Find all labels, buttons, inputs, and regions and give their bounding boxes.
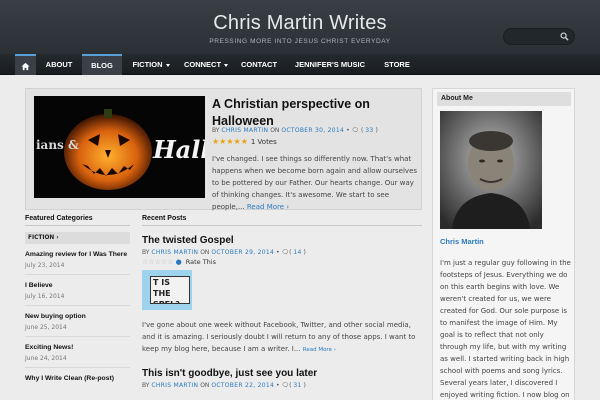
- on-label: ON: [270, 127, 280, 134]
- list-item[interactable]: Why I Write Clean (Re-post): [25, 374, 130, 384]
- comment-count[interactable]: 14: [293, 249, 301, 256]
- category-post-title[interactable]: New buying option: [25, 312, 130, 322]
- post-item: The twisted Gospel BY CHRIS MARTIN ON OC…: [142, 235, 422, 356]
- author-portrait-image: [440, 111, 542, 229]
- category-post-title[interactable]: I Believe: [25, 281, 130, 291]
- main-nav: ABOUT BLOG FICTION CONNECT CONTACT JENNI…: [0, 54, 600, 75]
- nav-blog[interactable]: BLOG: [82, 54, 122, 75]
- featured-categories-heading: Featured Categories: [25, 215, 130, 226]
- rating-stars[interactable]: ★★★★★ 1 Votes: [212, 137, 277, 146]
- comment-count[interactable]: 31: [293, 382, 301, 389]
- author-photo[interactable]: [440, 111, 542, 229]
- by-label: BY: [212, 127, 220, 134]
- sidebar: About Me Chris Martin I'm just a regular…: [432, 88, 575, 400]
- post-thumbnail[interactable]: T IS THE SPEL?: [142, 270, 192, 310]
- author-link[interactable]: CHRIS MARTIN: [221, 127, 268, 134]
- image-text-left: ians &: [36, 138, 79, 152]
- featured-title[interactable]: A Christian perspective on Halloween: [212, 96, 412, 130]
- image-text-right: Hallow: [152, 135, 205, 164]
- list-item[interactable]: Exciting News! June 24, 2014: [25, 343, 130, 368]
- comment-icon: 🗨: [281, 249, 290, 256]
- comment-icon: 🗨: [281, 382, 290, 389]
- halloween-pumpkin-image: ians & Hallow: [34, 96, 205, 198]
- rate-icon: ●: [175, 258, 182, 266]
- rate-this-label[interactable]: Rate This: [186, 258, 216, 266]
- post-item: This isn't goodbye, just see you later B…: [142, 368, 422, 389]
- list-item[interactable]: New buying option June 25, 2014: [25, 312, 130, 337]
- featured-excerpt: I've changed. I see things so differentl…: [212, 153, 418, 213]
- thumbnail-text: T IS THE SPEL?: [150, 276, 190, 304]
- date-link[interactable]: OCTOBER 30, 2014: [281, 127, 344, 134]
- star-icon: ☆☆☆☆☆: [142, 258, 174, 266]
- nav-fiction-label: FICTION: [132, 60, 163, 69]
- post-meta: BY CHRIS MARTIN ON OCTOBER 29, 2014 • 🗨(…: [142, 249, 306, 256]
- post-title[interactable]: This isn't goodbye, just see you later: [142, 368, 422, 379]
- nav-jennifers-music[interactable]: JENNIFER'S MUSIC: [290, 54, 370, 75]
- nav-contact[interactable]: CONTACT: [236, 54, 282, 75]
- site-header: Chris Martin Writes PRESSING MORE INTO J…: [0, 0, 600, 54]
- nav-connect[interactable]: CONNECT: [180, 54, 232, 75]
- chevron-down-icon: [165, 63, 170, 67]
- category-post-date: June 25, 2014: [25, 324, 130, 337]
- nav-fiction[interactable]: FICTION: [126, 54, 176, 75]
- nav-connect-label: CONNECT: [183, 60, 222, 69]
- featured-categories: Featured Categories FICTION › Amazing re…: [25, 215, 130, 384]
- chevron-down-icon: [224, 63, 229, 67]
- category-post-title[interactable]: Why I Write Clean (Re-post): [25, 374, 130, 384]
- votes-count: 1 Votes: [250, 138, 277, 146]
- author-link[interactable]: CHRIS MARTIN: [151, 382, 198, 389]
- category-post-title[interactable]: Exciting News!: [25, 343, 130, 353]
- rating-stars[interactable]: ☆☆☆☆☆ ● Rate This: [142, 258, 422, 266]
- author-link[interactable]: CHRIS MARTIN: [151, 249, 198, 256]
- recent-posts-heading: Recent Posts: [142, 215, 422, 226]
- nav-store[interactable]: STORE: [378, 54, 416, 75]
- author-name-link[interactable]: Chris Martin: [440, 237, 484, 246]
- date-link[interactable]: OCTOBER 22, 2014: [211, 382, 274, 389]
- category-post-date: June 24, 2014: [25, 355, 130, 368]
- recent-posts: Recent Posts The twisted Gospel BY CHRIS…: [142, 215, 422, 389]
- page: Chris Martin Writes PRESSING MORE INTO J…: [0, 0, 600, 400]
- comment-icon: 🗨: [351, 127, 360, 134]
- about-me-heading: About Me: [437, 92, 571, 106]
- post-excerpt-text: I've gone about one week without Faceboo…: [142, 321, 416, 353]
- read-more-link[interactable]: Read More ›: [303, 347, 336, 353]
- home-icon: [21, 62, 30, 70]
- nav-home[interactable]: [15, 54, 36, 75]
- star-icon: ★★★★★: [212, 137, 248, 146]
- date-link[interactable]: OCTOBER 29, 2014: [211, 249, 274, 256]
- comment-count[interactable]: 33: [365, 127, 373, 134]
- post-title[interactable]: The twisted Gospel: [142, 235, 422, 246]
- featured-excerpt-text: I've changed. I see things so differentl…: [212, 155, 418, 211]
- about-text: I'm just a regular guy following in the …: [440, 259, 571, 399]
- post-excerpt: I've gone about one week without Faceboo…: [142, 319, 420, 356]
- list-item[interactable]: Amazing review for I Was There July 23, …: [25, 250, 130, 275]
- featured-meta: BY CHRIS MARTIN ON OCTOBER 30, 2014 • 🗨 …: [212, 127, 378, 134]
- category-fiction-link[interactable]: FICTION ›: [25, 232, 130, 244]
- search-input[interactable]: [503, 28, 575, 45]
- list-item[interactable]: I Believe July 16, 2014: [25, 281, 130, 306]
- post-meta: BY CHRIS MARTIN ON OCTOBER 22, 2014 • 🗨(…: [142, 382, 306, 389]
- read-more-link[interactable]: Read More ›: [247, 203, 289, 211]
- search-icon[interactable]: [560, 32, 569, 41]
- category-post-date: July 16, 2014: [25, 293, 130, 306]
- featured-image[interactable]: ians & Hallow: [34, 96, 205, 198]
- category-post-date: July 23, 2014: [25, 262, 130, 275]
- category-post-title[interactable]: Amazing review for I Was There: [25, 250, 130, 260]
- featured-post: ians & Hallow A Christian perspective on…: [25, 88, 422, 213]
- nav-about[interactable]: ABOUT: [40, 54, 78, 75]
